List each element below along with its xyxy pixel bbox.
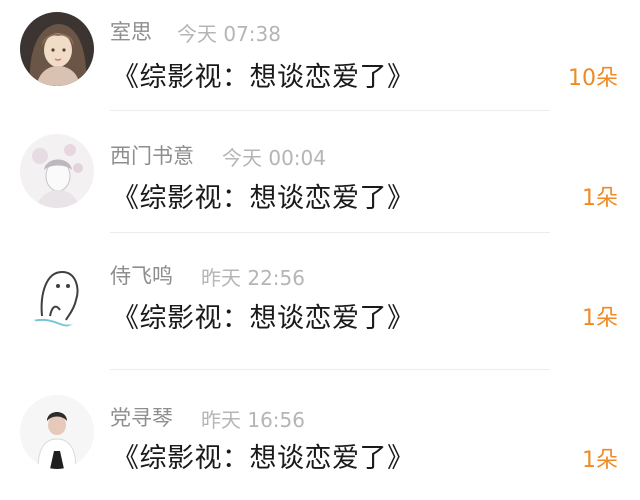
gift-list: 室思 今天 07:38 《综影视：想谈恋爱了》 10朵 西门书意 今天 00:0…	[0, 0, 640, 499]
divider	[110, 110, 550, 111]
user-name: 党寻琴	[110, 406, 173, 430]
flower-count: 1朵	[582, 186, 618, 211]
timestamp: 昨天 22:56	[201, 266, 305, 290]
avatar-girl-portrait-icon	[20, 12, 94, 86]
gift-title[interactable]: 《综影视：想谈恋爱了》	[112, 436, 415, 475]
list-item[interactable]: 西门书意 今天 00:04 《综影视：想谈恋爱了》 1朵	[0, 120, 640, 240]
avatar[interactable]	[20, 395, 94, 469]
gift-title[interactable]: 《综影视：想谈恋爱了》	[112, 55, 415, 94]
list-item[interactable]: 室思 今天 07:38 《综影视：想谈恋爱了》 10朵	[0, 0, 640, 120]
avatar-person-white-shirt-icon	[20, 395, 94, 469]
avatar[interactable]	[20, 134, 94, 208]
user-name: 侍飞鸣	[110, 264, 173, 288]
flower-count: 1朵	[582, 306, 618, 331]
avatar[interactable]	[20, 254, 94, 328]
gift-title[interactable]: 《综影视：想谈恋爱了》	[112, 296, 415, 335]
avatar-floral-sketch-icon	[20, 134, 94, 208]
gift-title[interactable]: 《综影视：想谈恋爱了》	[112, 176, 415, 215]
divider	[110, 369, 550, 370]
flower-count: 10朵	[568, 66, 618, 91]
timestamp: 今天 07:38	[177, 22, 281, 46]
list-item[interactable]: 侍飞鸣 昨天 22:56 《综影视：想谈恋爱了》 1朵	[0, 240, 640, 370]
list-item[interactable]: 党寻琴 昨天 16:56 《综影视：想谈恋爱了》 1朵	[0, 380, 640, 500]
user-name: 西门书意	[110, 144, 194, 168]
divider	[110, 232, 550, 233]
flower-count: 1朵	[582, 448, 618, 473]
avatar[interactable]	[20, 12, 94, 86]
timestamp: 今天 00:04	[222, 146, 326, 170]
user-name: 室思	[110, 20, 152, 44]
timestamp: 昨天 16:56	[201, 408, 305, 432]
avatar-ghost-sketch-icon	[20, 254, 94, 328]
